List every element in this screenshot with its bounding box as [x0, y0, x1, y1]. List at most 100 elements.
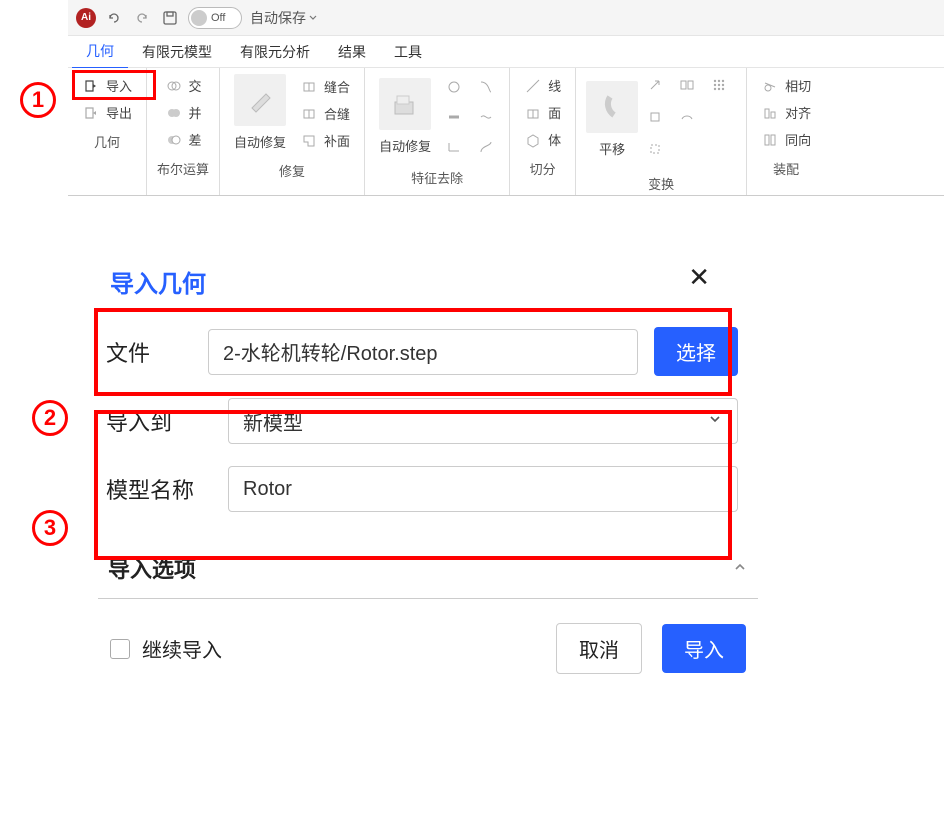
- body-icon: [524, 131, 542, 149]
- chevron-down-icon: [707, 410, 723, 433]
- tab-fem-model[interactable]: 有限元模型: [128, 36, 226, 68]
- tangent-icon: [761, 77, 779, 95]
- autosave-label[interactable]: 自动保存: [250, 8, 318, 28]
- translate-icon[interactable]: [586, 81, 638, 133]
- dialog-footer: 继续导入 取消 导入: [98, 599, 758, 674]
- seam-button[interactable]: 合缝: [296, 102, 354, 125]
- ribbon-group-geometry: 导入 导出 几何: [68, 68, 147, 195]
- split-body-button[interactable]: 体: [520, 128, 565, 151]
- export-icon: [82, 104, 100, 122]
- patch-button[interactable]: 补面: [296, 129, 354, 152]
- xf-icon-3[interactable]: [708, 74, 730, 96]
- ribbon-group-boolean: 交 并 差 布尔运算: [147, 68, 220, 195]
- align-button[interactable]: 对齐: [757, 101, 815, 124]
- stitch-icon: [300, 78, 318, 96]
- import-icon: [82, 77, 100, 95]
- ribbon-toolbar: 导入 导出 几何 交 并 差 布: [68, 68, 944, 196]
- ribbon-group-transform: 平移 变换: [576, 68, 747, 195]
- model-name-input[interactable]: [228, 466, 738, 512]
- save-icon[interactable]: [160, 8, 180, 28]
- choose-file-button[interactable]: 选择: [654, 327, 738, 376]
- xf-icon-4[interactable]: [644, 106, 666, 128]
- intersect-button[interactable]: 交: [161, 74, 206, 97]
- title-bar: Ai Off 自动保存: [68, 0, 944, 36]
- annotation-circle-2: 2: [32, 400, 68, 436]
- seam-icon: [300, 105, 318, 123]
- model-name-label: 模型名称: [106, 473, 212, 505]
- tab-fem-analysis[interactable]: 有限元分析: [226, 36, 324, 68]
- union-button[interactable]: 并: [161, 101, 206, 124]
- auto-repair-icon[interactable]: [234, 74, 286, 126]
- tab-results[interactable]: 结果: [324, 36, 380, 68]
- stitch-button[interactable]: 缝合: [296, 75, 354, 98]
- patch-icon: [300, 132, 318, 150]
- xf-icon-5[interactable]: [676, 106, 698, 128]
- import-to-select[interactable]: 新模型: [228, 398, 738, 444]
- toggle-knob-icon: [191, 10, 207, 26]
- group-assembly-label: 装配: [773, 159, 799, 178]
- union-icon: [165, 104, 183, 122]
- ribbon-group-split: 线 面 体 切分: [510, 68, 576, 195]
- fr-icon-4[interactable]: [473, 74, 499, 100]
- translate-button[interactable]: 平移: [595, 137, 629, 160]
- fr-icon-5[interactable]: [473, 104, 499, 130]
- continue-import-checkbox[interactable]: [110, 639, 130, 659]
- intersect-icon: [165, 77, 183, 95]
- ribbon-group-assembly: 相切 对齐 同向 装配: [747, 68, 825, 195]
- annotation-circle-3: 3: [32, 510, 68, 546]
- file-row: 文件 选择: [106, 327, 738, 376]
- fr-icon-1[interactable]: [441, 74, 467, 100]
- group-repair-label: 修复: [279, 161, 305, 180]
- coincident-button[interactable]: 同向: [757, 128, 815, 151]
- import-button-dialog[interactable]: 导入: [662, 624, 746, 673]
- autosave-toggle[interactable]: Off: [188, 7, 242, 29]
- subtract-button[interactable]: 差: [161, 128, 206, 151]
- xf-icon-8[interactable]: [676, 138, 698, 160]
- import-to-value: 新模型: [243, 407, 303, 436]
- tangent-button[interactable]: 相切: [757, 74, 815, 97]
- cancel-button[interactable]: 取消: [556, 623, 642, 674]
- fr-icon-2[interactable]: [441, 104, 467, 130]
- menu-bar: 几何 有限元模型 有限元分析 结果 工具: [68, 36, 944, 68]
- export-button[interactable]: 导出: [78, 101, 136, 124]
- subtract-icon: [165, 131, 183, 149]
- coincident-icon: [761, 131, 779, 149]
- toggle-off-label: Off: [211, 12, 225, 24]
- close-icon[interactable]: ✕: [688, 262, 710, 293]
- xf-icon-2[interactable]: [676, 74, 698, 96]
- ribbon-group-repair: 自动修复 缝合 合缝 补面 修复: [220, 68, 365, 195]
- fr-icon-6[interactable]: [473, 134, 499, 160]
- feature-auto-repair-icon[interactable]: [379, 78, 431, 130]
- group-split-label: 切分: [530, 159, 556, 178]
- xf-icon-7[interactable]: [644, 138, 666, 160]
- collapse-up-icon: [732, 555, 748, 581]
- xf-icon-1[interactable]: [644, 74, 666, 96]
- redo-icon[interactable]: [132, 8, 152, 28]
- app-logo-icon: Ai: [76, 8, 96, 28]
- file-label: 文件: [106, 336, 192, 368]
- fr-icon-3[interactable]: [441, 134, 467, 160]
- undo-icon[interactable]: [104, 8, 124, 28]
- auto-repair-button[interactable]: 自动修复: [230, 130, 290, 153]
- xf-icon-6[interactable]: [708, 106, 730, 128]
- dialog-title: 导入几何: [98, 256, 758, 307]
- annotation-circle-1: 1: [20, 82, 56, 118]
- import-to-row: 导入到 新模型: [106, 398, 738, 444]
- tab-tools[interactable]: 工具: [380, 36, 436, 68]
- split-line-button[interactable]: 线: [520, 74, 565, 97]
- import-options-toggle[interactable]: 导入选项: [98, 538, 758, 599]
- feature-auto-repair-button[interactable]: 自动修复: [375, 134, 435, 157]
- model-name-row: 模型名称: [106, 466, 738, 512]
- file-input[interactable]: [208, 329, 638, 375]
- align-icon: [761, 104, 779, 122]
- group-transform-label: 变换: [648, 174, 674, 193]
- tab-geometry[interactable]: 几何: [72, 35, 128, 69]
- import-button[interactable]: 导入: [78, 74, 136, 97]
- split-face-button[interactable]: 面: [520, 101, 565, 124]
- ribbon-group-feature-remove: 自动修复 特征去除: [365, 68, 510, 195]
- continue-import-label: 继续导入: [142, 634, 222, 663]
- line-icon: [524, 77, 542, 95]
- import-to-label: 导入到: [106, 405, 212, 437]
- import-geometry-dialog: 导入几何 ✕ 文件 选择 导入到 新模型 模型名称 导入选项 继续导: [98, 256, 758, 674]
- xf-icon-9[interactable]: [708, 138, 730, 160]
